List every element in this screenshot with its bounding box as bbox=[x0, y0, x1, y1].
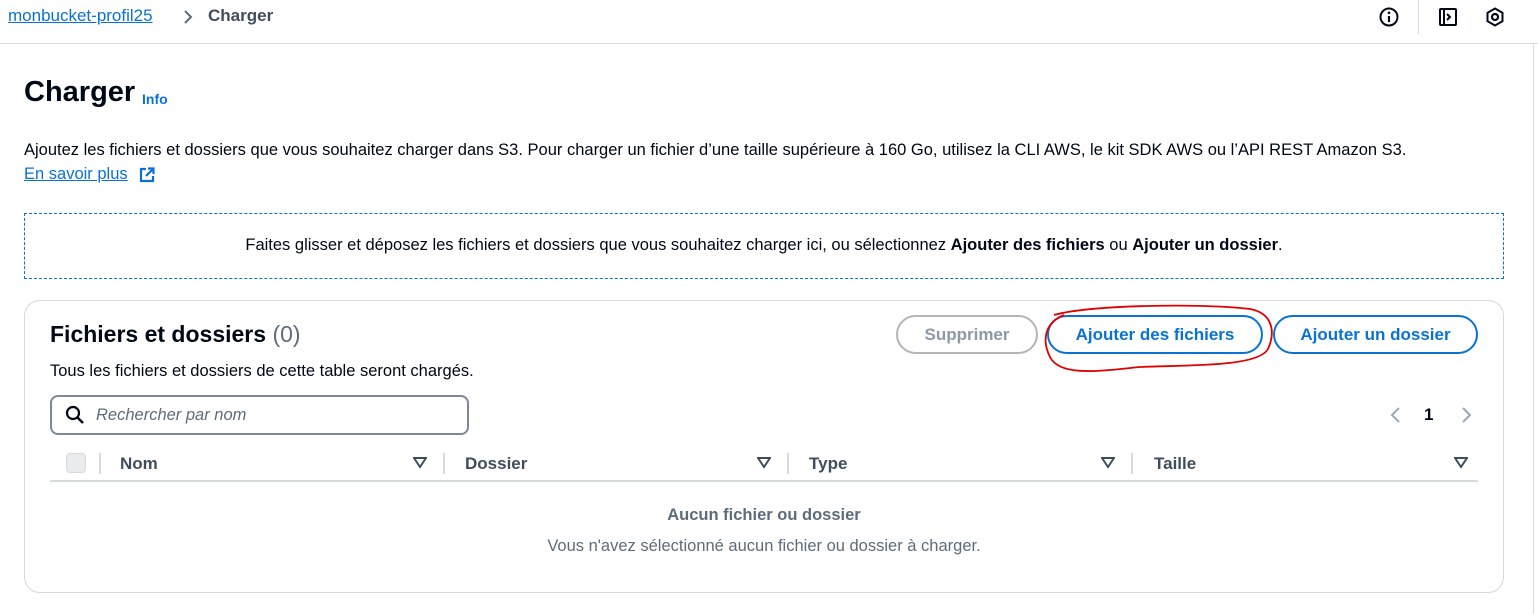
add-files-button[interactable]: Ajouter des fichiers bbox=[1047, 315, 1263, 354]
page-description: Ajoutez les fichiers et dossiers que vou… bbox=[24, 141, 1407, 159]
drop-text-add-files: Ajouter des fichiers bbox=[950, 236, 1105, 254]
chevron-right-icon bbox=[184, 10, 193, 24]
add-folder-button[interactable]: Ajouter un dossier bbox=[1273, 315, 1478, 354]
column-divider bbox=[99, 453, 101, 474]
toolbar-divider bbox=[1418, 0, 1419, 34]
info-link[interactable]: Info bbox=[142, 91, 168, 107]
drop-zone-text: Faites glisser et déposez les fichiers e… bbox=[25, 236, 1503, 255]
chevron-left-icon[interactable] bbox=[1388, 405, 1404, 425]
drop-text-start: Faites glisser et déposez les fichiers e… bbox=[245, 236, 951, 254]
breadcrumb-current: Charger bbox=[208, 6, 274, 25]
scroll-edge-divider bbox=[1533, 44, 1534, 614]
top-navigation-bar: monbucket-profil25 Charger bbox=[0, 0, 1538, 44]
file-drop-zone[interactable]: Faites glisser et déposez les fichiers e… bbox=[24, 213, 1504, 279]
page-number[interactable]: 1 bbox=[1424, 405, 1433, 425]
learn-more-link[interactable]: En savoir plus bbox=[24, 165, 128, 184]
column-divider bbox=[1131, 453, 1133, 474]
table-header: Nom Dossier Type Taille bbox=[50, 444, 1478, 482]
panel-title-text: Fichiers et dossiers bbox=[50, 321, 267, 347]
panel-description: Tous les fichiers et dossiers de cette t… bbox=[50, 362, 474, 380]
drop-text-middle: ou bbox=[1104, 236, 1133, 254]
sort-down-icon[interactable] bbox=[1101, 457, 1115, 469]
page-title: Charger bbox=[24, 76, 136, 108]
search-icon bbox=[65, 405, 84, 424]
chevron-right-icon[interactable] bbox=[1458, 405, 1474, 425]
sort-down-icon[interactable] bbox=[757, 457, 771, 469]
empty-state-description: Vous n'avez sélectionné aucun fichier ou… bbox=[547, 537, 981, 555]
empty-state-title: Aucun fichier ou dossier bbox=[667, 506, 861, 524]
select-all-checkbox[interactable] bbox=[66, 453, 86, 473]
column-divider bbox=[443, 453, 445, 474]
column-header-size[interactable]: Taille bbox=[1154, 454, 1196, 474]
side-panel-icon[interactable] bbox=[1437, 6, 1459, 28]
search-box[interactable] bbox=[50, 395, 469, 435]
info-circle-icon[interactable] bbox=[1378, 6, 1400, 28]
column-header-folder[interactable]: Dossier bbox=[465, 454, 527, 474]
column-header-name[interactable]: Nom bbox=[120, 454, 158, 474]
panel-count: (0) bbox=[272, 321, 301, 347]
search-input[interactable] bbox=[96, 403, 456, 427]
drop-text-end: . bbox=[1278, 236, 1283, 254]
column-header-type[interactable]: Type bbox=[809, 454, 847, 474]
panel-title: Fichiers et dossiers (0) bbox=[50, 321, 301, 348]
breadcrumb-bucket-link[interactable]: monbucket-profil25 bbox=[8, 6, 153, 26]
delete-button[interactable]: Supprimer bbox=[896, 315, 1038, 354]
external-link-icon[interactable] bbox=[138, 166, 156, 184]
sort-down-icon[interactable] bbox=[1454, 457, 1468, 469]
sort-down-icon[interactable] bbox=[413, 457, 427, 469]
drop-text-add-folder: Ajouter un dossier bbox=[1132, 236, 1279, 254]
settings-hex-icon[interactable] bbox=[1484, 6, 1506, 28]
column-divider bbox=[787, 453, 789, 474]
